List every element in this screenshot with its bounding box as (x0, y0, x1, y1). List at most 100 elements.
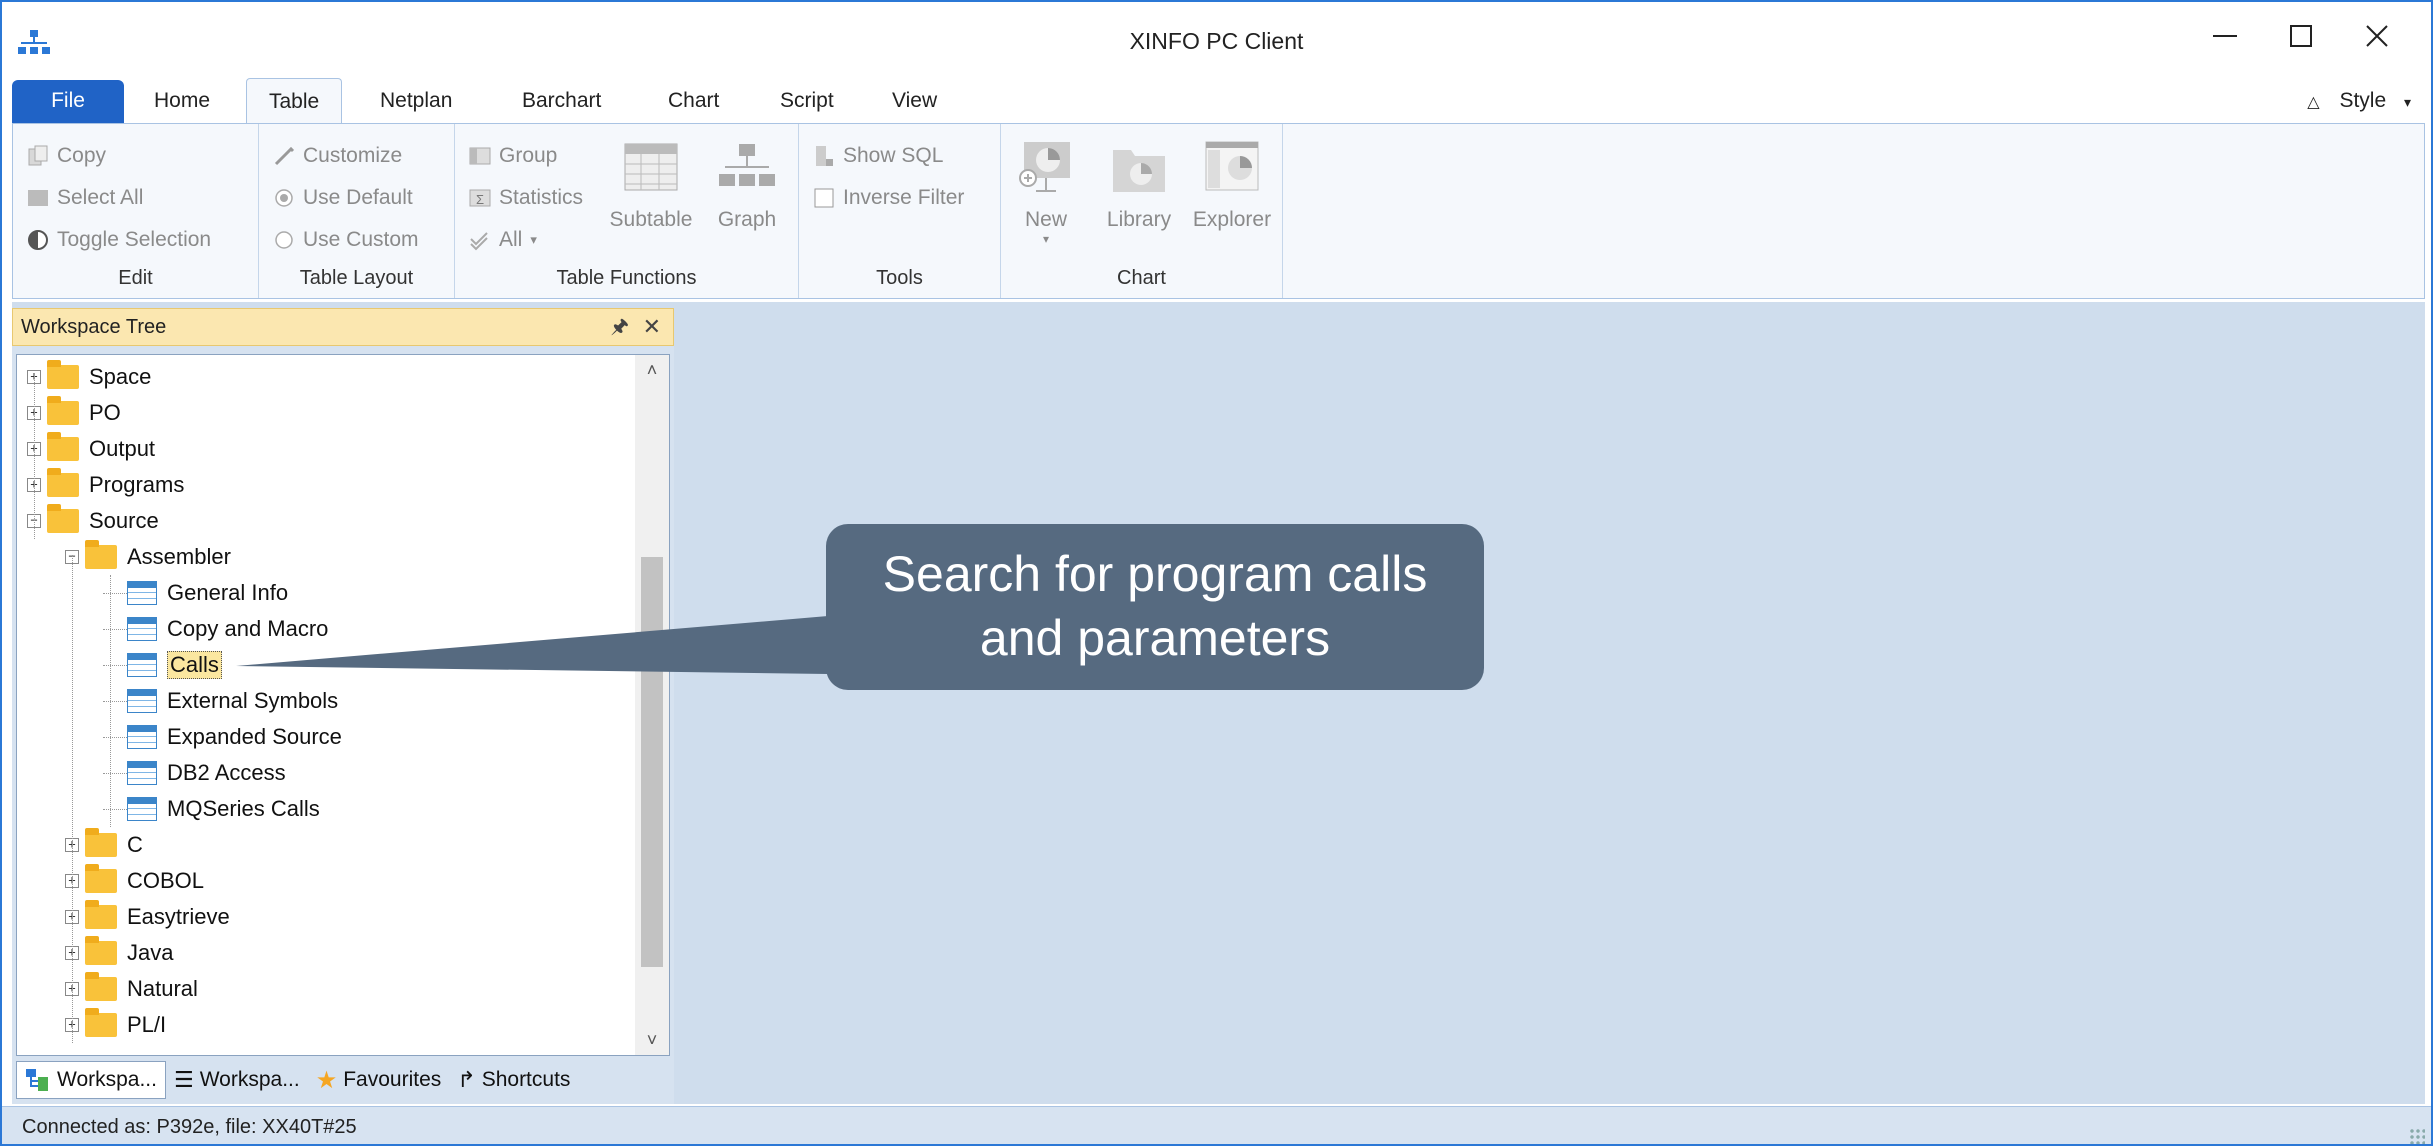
tab-netplan[interactable]: Netplan (358, 78, 474, 124)
inverse-filter-label: Inverse Filter (843, 186, 965, 209)
new-chart-icon (1019, 142, 1070, 192)
workspace-tree-panel: Workspace Tree 🖈︎ ✕ ˄ ˅ + Space + PO + Output… (12, 308, 674, 1104)
tab-workspace-tree[interactable]: Workspa... (16, 1061, 166, 1099)
tab-barchart[interactable]: Barchart (500, 78, 623, 124)
new-chart-label: New (1024, 208, 1067, 231)
tree-folder-item[interactable]: + C (65, 827, 143, 863)
folder-icon (47, 504, 79, 533)
status-bar: Connected as: P392e, file: XX40T#25 (2, 1106, 2431, 1144)
tree-table-item[interactable]: External Symbols (103, 683, 338, 719)
tree-folder-item[interactable]: + Programs (27, 467, 184, 503)
show-sql-label: Show SQL (843, 144, 944, 167)
tree-folder-item[interactable]: + PL/I (65, 1007, 166, 1043)
tab-chart[interactable]: Chart (646, 78, 741, 124)
panel-bottom-tabs: Workspa... ☰ Workspa... ★ Favourites ↱ S… (16, 1060, 670, 1100)
toggle-selection-button[interactable]: Toggle Selection (27, 222, 211, 258)
table-icon (127, 581, 157, 605)
use-default-radio[interactable]: Use Default (273, 180, 413, 216)
tree-connector (103, 808, 127, 810)
folder-icon (47, 468, 79, 497)
radio-unchecked-icon (275, 231, 293, 249)
tree-table-item[interactable]: Expanded Source (103, 719, 342, 755)
table-icon (127, 653, 157, 677)
tree-table-item[interactable]: Copy and Macro (103, 611, 328, 647)
table-icon (127, 761, 157, 785)
tree-item-label: Assembler (127, 544, 231, 569)
maximize-icon (2290, 25, 2312, 47)
tree-folder-item[interactable]: + Output (27, 431, 155, 467)
tab-table[interactable]: Table (246, 78, 343, 125)
subtable-button[interactable]: Subtable (601, 138, 701, 232)
callout-line-1: Search for program calls (882, 546, 1428, 602)
shortcut-arrow-icon: ↱ (457, 1067, 476, 1092)
tab-favourites[interactable]: ★ Favourites (308, 1061, 450, 1099)
toggle-selection-icon (28, 230, 48, 250)
pin-icon[interactable]: 🖈︎ (611, 309, 630, 345)
new-chart-button[interactable]: New ▾ (1011, 138, 1081, 246)
folder-icon (85, 936, 117, 965)
tab-home[interactable]: Home (132, 78, 232, 124)
table-icon (127, 725, 157, 749)
close-icon[interactable]: ✕ (643, 309, 661, 345)
chevron-down-icon: ▾ (530, 232, 537, 247)
select-all-button[interactable]: Select All (27, 180, 143, 216)
folder-icon (85, 1008, 117, 1037)
inverse-filter-checkbox[interactable]: Inverse Filter (813, 180, 964, 216)
tree-table-item[interactable]: General Info (103, 575, 288, 611)
scroll-thumb[interactable] (641, 557, 663, 967)
copy-button[interactable]: Copy (27, 138, 106, 174)
minimize-button[interactable] (2187, 10, 2263, 62)
tree-folder-item[interactable]: + Space (27, 359, 151, 395)
tree-item-label: General Info (167, 580, 289, 605)
tree-folder-item[interactable]: + Java (65, 935, 173, 971)
group-label: Group (499, 144, 558, 167)
library-button[interactable]: Library (1089, 138, 1189, 232)
collapse-ribbon-icon[interactable]: △ (2307, 94, 2319, 111)
tree-item-label: Expanded Source (167, 724, 342, 749)
maximize-button[interactable] (2263, 10, 2339, 62)
use-custom-radio[interactable]: Use Custom (273, 222, 419, 258)
group-label-tools: Tools (876, 267, 923, 289)
panel-header: Workspace Tree 🖈︎ ✕ (12, 308, 674, 346)
tree-folder-item[interactable]: − Source (27, 503, 159, 539)
select-all-icon (28, 190, 48, 206)
table-icon (127, 689, 157, 713)
statistics-button[interactable]: Σ Statistics (469, 180, 583, 216)
tree-table-item[interactable]: Calls (103, 647, 222, 683)
tree-item-label: External Symbols (167, 688, 339, 713)
tree-table-item[interactable]: DB2 Access (103, 755, 286, 791)
style-button[interactable]: △ Style ▾ (2307, 78, 2411, 124)
table-icon (127, 797, 157, 821)
chevron-down-icon: ▾ (1042, 232, 1050, 246)
tree-table-item[interactable]: MQSeries Calls (103, 791, 320, 827)
folder-icon (47, 360, 79, 389)
resize-grip-icon[interactable] (2409, 1128, 2425, 1144)
tab-workspace-list[interactable]: ☰ Workspa... (166, 1061, 308, 1099)
tree-folder-item[interactable]: + PO (27, 395, 121, 431)
tree-item-label: PL/I (127, 1012, 167, 1037)
tree-folder-item[interactable]: + COBOL (65, 863, 204, 899)
tree-folder-item[interactable]: + Easytrieve (65, 899, 230, 935)
scroll-down-icon[interactable]: ˅ (635, 1025, 669, 1055)
tree-item-label: PO (89, 400, 121, 425)
tree-item-label: Java (127, 940, 174, 965)
scroll-up-icon[interactable]: ˄ (635, 355, 669, 385)
folder-icon (47, 396, 79, 425)
tree-connector (103, 664, 127, 666)
tree-folder-item[interactable]: + Natural (65, 971, 198, 1007)
group-icon (469, 147, 491, 165)
group-button[interactable]: Group (469, 138, 557, 174)
close-button[interactable] (2339, 10, 2415, 62)
explorer-button[interactable]: Explorer (1187, 138, 1277, 232)
tab-script[interactable]: Script (758, 78, 856, 124)
customize-button[interactable]: Customize (273, 138, 402, 174)
folder-icon (85, 828, 117, 857)
tab-file[interactable]: File (12, 80, 124, 126)
show-sql-button[interactable]: Show SQL (813, 138, 943, 174)
graph-button[interactable]: Graph (707, 138, 787, 232)
all-dropdown[interactable]: All ▾ (469, 222, 537, 258)
tab-view[interactable]: View (870, 78, 959, 124)
tab-shortcuts[interactable]: ↱ Shortcuts (449, 1061, 578, 1099)
tree-folder-item[interactable]: − Assembler (65, 539, 231, 575)
tree-scrollbar[interactable]: ˄ ˅ (635, 355, 669, 1055)
